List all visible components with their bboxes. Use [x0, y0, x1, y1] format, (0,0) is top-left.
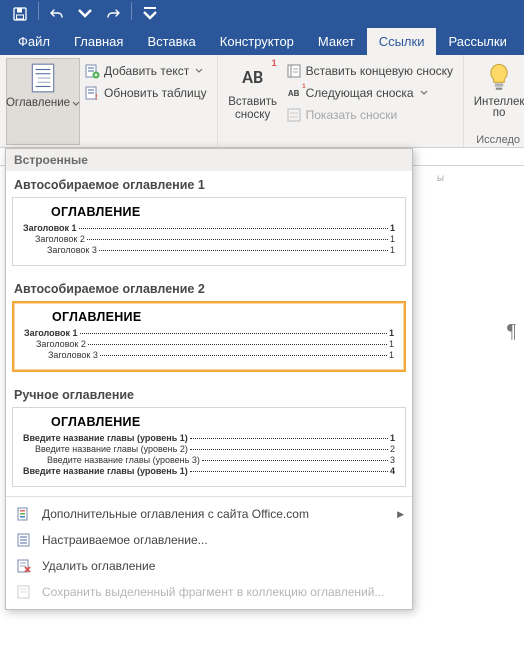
tab-references[interactable]: Ссылки — [367, 28, 437, 55]
insert-footnote-label: Вставить сноску — [228, 96, 277, 122]
tab-design[interactable]: Конструктор — [208, 28, 306, 55]
auto2-title: Автособираемое оглавление 2 — [6, 275, 412, 301]
update-table-icon: ! — [84, 85, 100, 101]
group-toc: Оглавление Добавить текст ! Обновить таб… — [0, 55, 218, 147]
lightbulb-icon — [482, 60, 516, 94]
group-research-label: Исследо — [476, 134, 520, 146]
doc-marker: ы — [437, 173, 444, 184]
save-button[interactable] — [6, 2, 34, 26]
pilcrow-icon: ¶ — [507, 320, 516, 343]
insert-footnote-button[interactable]: AB1 Вставить сноску — [224, 58, 282, 145]
toc-label: Оглавление — [6, 97, 80, 110]
preview-toc-heading: ОГЛАВЛЕНИЕ — [51, 205, 395, 219]
endnote-icon — [286, 63, 302, 79]
svg-text:!: ! — [95, 93, 98, 101]
quick-access-toolbar — [6, 2, 164, 26]
next-footnote-button[interactable]: AB1 Следующая сноска — [282, 82, 457, 104]
redo-button[interactable] — [99, 2, 127, 26]
qat-customize[interactable] — [136, 2, 164, 26]
ribbon-tabs: Файл Главная Вставка Конструктор Макет С… — [0, 28, 524, 55]
gallery-header: Встроенные — [6, 149, 412, 171]
group-research: Интеллек по Исследо — [464, 55, 524, 147]
toc-button[interactable]: Оглавление — [6, 58, 80, 145]
custom-toc-icon — [16, 532, 32, 548]
office-icon — [16, 506, 32, 522]
custom-toc-button[interactable]: Настраиваемое оглавление... — [6, 527, 412, 553]
tab-home[interactable]: Главная — [62, 28, 135, 55]
insert-endnote-button[interactable]: Вставить концевую сноску — [282, 60, 457, 82]
gallery-item-manual[interactable]: ОГЛАВЛЕНИЕ Введите название главы (урове… — [12, 407, 406, 487]
toc-gallery: Встроенные Автособираемое оглавление 1 О… — [5, 148, 413, 610]
qat-separator — [38, 2, 39, 20]
add-text-button[interactable]: Добавить текст — [80, 60, 211, 82]
gallery-item-auto2[interactable]: ОГЛАВЛЕНИЕ Заголовок 11 Заголовок 21 Заг… — [12, 301, 406, 372]
preview-toc-heading: ОГЛАВЛЕНИЕ — [51, 415, 395, 429]
toc-icon — [26, 61, 60, 95]
qat-separator — [131, 2, 132, 20]
save-selection-icon — [16, 584, 32, 600]
smart-lookup-button[interactable]: Интеллек по — [470, 58, 524, 120]
show-notes-button: Показать сноски — [282, 104, 457, 126]
ribbon: Оглавление Добавить текст ! Обновить таб… — [0, 55, 524, 148]
remove-toc-icon — [16, 558, 32, 574]
preview-toc-heading: ОГЛАВЛЕНИЕ — [52, 310, 394, 324]
tab-review-partial[interactable]: Р — [519, 28, 524, 55]
tab-insert[interactable]: Вставка — [135, 28, 207, 55]
tab-file[interactable]: Файл — [6, 28, 62, 55]
title-bar — [0, 0, 524, 28]
show-notes-icon — [286, 107, 302, 123]
gallery-menu: Дополнительные оглавления с сайта Office… — [6, 496, 412, 609]
group-footnotes: AB1 Вставить сноску Вставить концевую сн… — [218, 55, 464, 147]
next-footnote-icon: AB1 — [286, 85, 302, 101]
add-text-icon — [84, 63, 100, 79]
more-from-office-button[interactable]: Дополнительные оглавления с сайта Office… — [6, 501, 412, 527]
tab-mailings[interactable]: Рассылки — [436, 28, 518, 55]
auto1-title: Автособираемое оглавление 1 — [6, 171, 412, 197]
undo-button[interactable] — [43, 2, 71, 26]
update-table-button[interactable]: ! Обновить таблицу — [80, 82, 211, 104]
remove-toc-button[interactable]: Удалить оглавление — [6, 553, 412, 579]
save-selection-button: Сохранить выделенный фрагмент в коллекци… — [6, 579, 412, 605]
tab-layout[interactable]: Макет — [306, 28, 367, 55]
gallery-item-auto1[interactable]: ОГЛАВЛЕНИЕ Заголовок 11 Заголовок 21 Заг… — [12, 197, 406, 266]
submenu-arrow-icon: ▶ — [397, 509, 404, 520]
undo-dropdown[interactable] — [71, 2, 99, 26]
manual-title: Ручное оглавление — [6, 381, 412, 407]
footnote-ab-icon: AB1 — [236, 60, 270, 94]
